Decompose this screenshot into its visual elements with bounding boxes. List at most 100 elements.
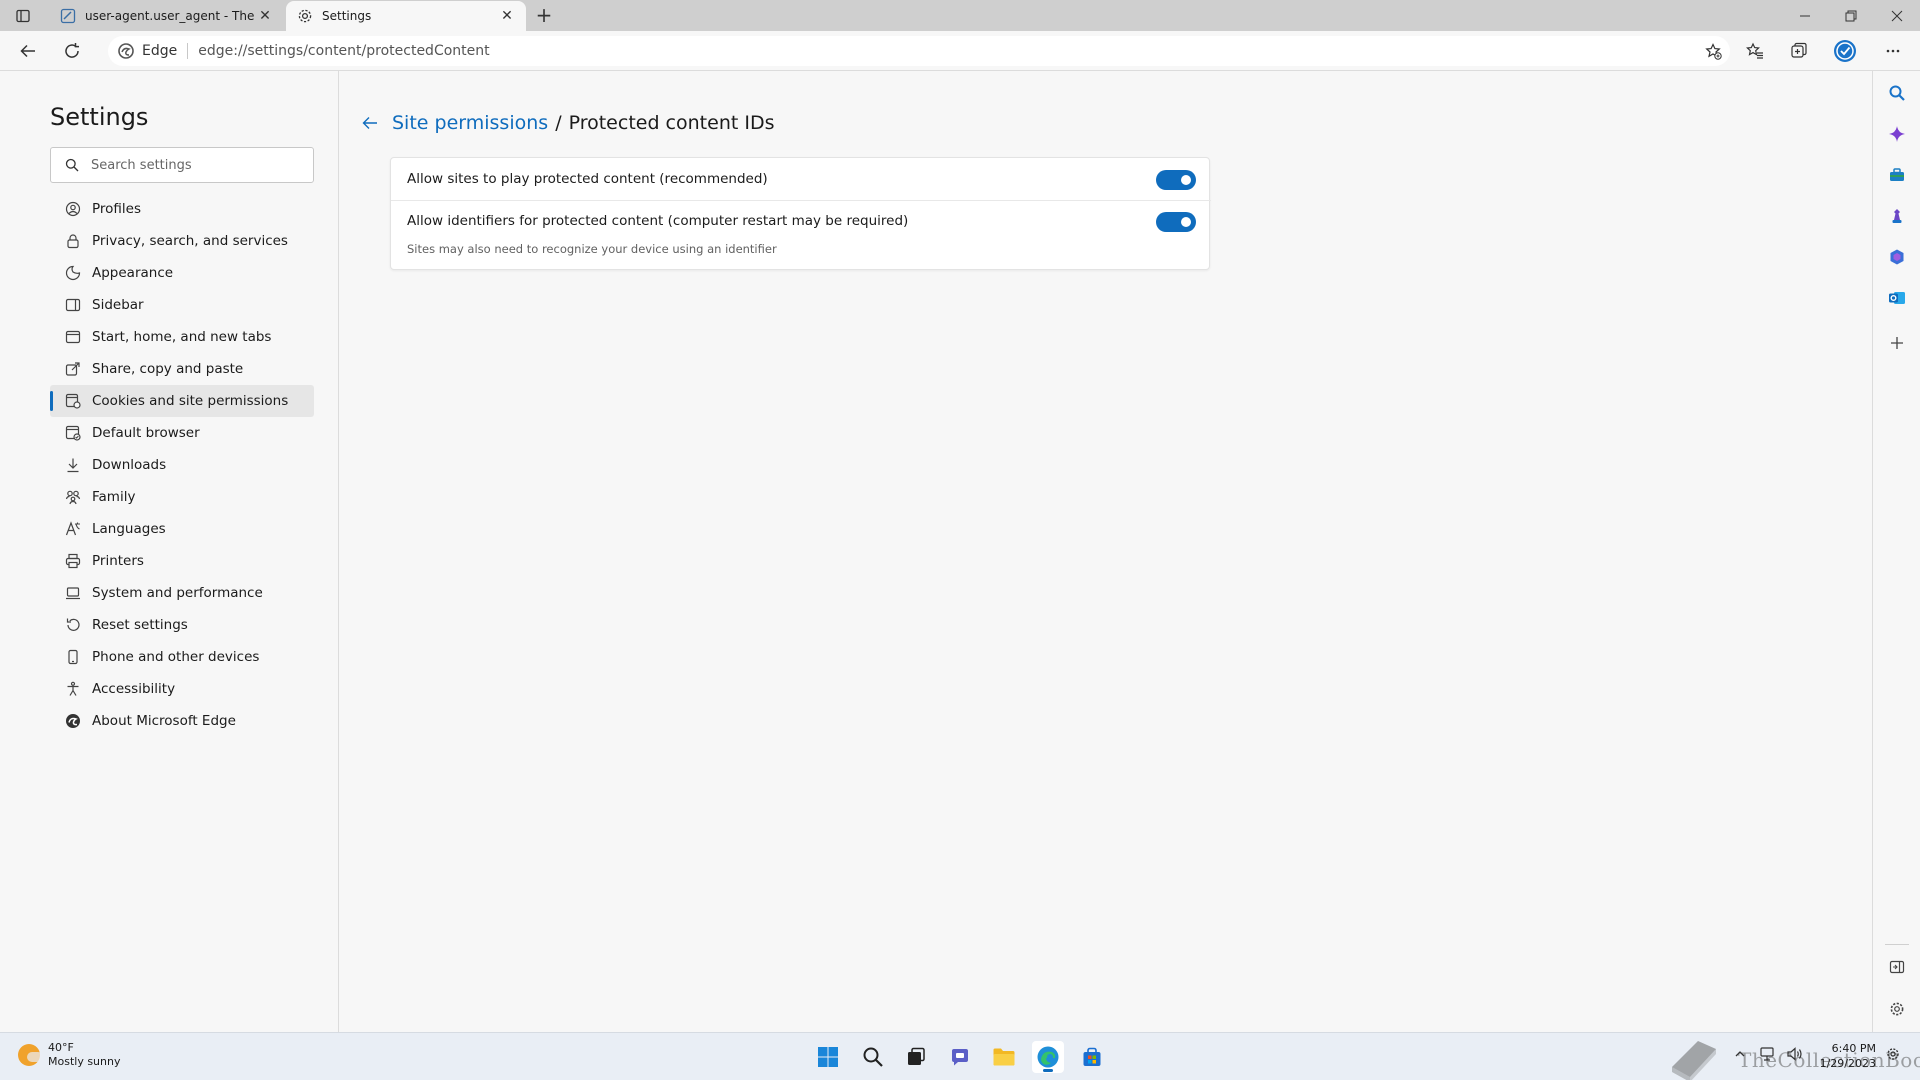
start-button[interactable] bbox=[812, 1041, 844, 1073]
refresh-button[interactable] bbox=[58, 37, 86, 65]
nav-item-profiles[interactable]: Profiles bbox=[50, 193, 314, 225]
address-bar-row: Edge edge://settings/content/protectedCo… bbox=[0, 31, 1920, 71]
nav-item-system[interactable]: System and performance bbox=[50, 577, 314, 609]
restore-button[interactable] bbox=[1828, 0, 1874, 31]
sidebar-outlook-button[interactable] bbox=[1885, 286, 1909, 310]
nav-item-printers[interactable]: Printers bbox=[50, 545, 314, 577]
home-icon bbox=[64, 328, 82, 346]
gear-icon bbox=[1887, 1048, 1899, 1060]
tab-title: Settings bbox=[322, 9, 372, 23]
sidebar-office-button[interactable] bbox=[1885, 245, 1909, 269]
nav-item-phone[interactable]: Phone and other devices bbox=[50, 641, 314, 673]
close-window-button[interactable] bbox=[1874, 0, 1920, 31]
sidebar-discover-button[interactable] bbox=[1885, 122, 1909, 146]
close-icon[interactable]: ✕ bbox=[498, 7, 516, 25]
accessibility-icon bbox=[64, 680, 82, 698]
arrow-left-icon bbox=[362, 117, 377, 129]
weather-desc: Mostly sunny bbox=[48, 1055, 121, 1068]
download-icon bbox=[64, 456, 82, 474]
sidebar-settings-button[interactable] bbox=[1885, 997, 1909, 1021]
taskbar-search-button[interactable] bbox=[857, 1041, 889, 1073]
nav-item-privacy[interactable]: Privacy, search, and services bbox=[50, 225, 314, 257]
nav-item-label: Privacy, search, and services bbox=[92, 233, 288, 249]
tab-user-agent[interactable]: user-agent.user_agent - The Coll ✕ bbox=[49, 1, 284, 31]
setting-row-identifiers: Allow identifiers for protected content … bbox=[391, 201, 1211, 271]
toolbox-icon bbox=[1890, 168, 1904, 181]
cookies-icon bbox=[64, 392, 82, 410]
settings-nav-panel: Settings Profiles Privacy, search, and s… bbox=[0, 71, 339, 1032]
page-title: Protected content IDs bbox=[568, 112, 775, 134]
sparkle-icon bbox=[1889, 126, 1905, 142]
favorites-button[interactable] bbox=[1741, 37, 1769, 65]
nav-item-share[interactable]: Share, copy and paste bbox=[50, 353, 314, 385]
play-protected-content-toggle[interactable] bbox=[1156, 170, 1196, 190]
language-icon bbox=[64, 520, 82, 538]
edge-logo-icon bbox=[118, 43, 134, 59]
tab-settings[interactable]: Settings ✕ bbox=[286, 1, 526, 31]
restore-icon bbox=[1845, 10, 1857, 21]
system-tray bbox=[1734, 1047, 1804, 1064]
gear-icon bbox=[296, 7, 314, 25]
close-icon[interactable]: ✕ bbox=[256, 7, 274, 25]
site-identity[interactable]: Edge bbox=[118, 43, 189, 59]
breadcrumb: Site permissions / Protected content IDs bbox=[358, 111, 774, 135]
search-settings-input[interactable] bbox=[91, 157, 301, 173]
nav-item-accessibility[interactable]: Accessibility bbox=[50, 673, 314, 705]
taskbar: 40°F Mostly sunny TheCollectionBook 6:40… bbox=[0, 1032, 1920, 1080]
notifications-button[interactable] bbox=[1886, 1047, 1900, 1061]
teams-chat-button[interactable] bbox=[944, 1041, 976, 1073]
back-button[interactable] bbox=[14, 37, 42, 65]
sidebar-search-button[interactable] bbox=[1885, 81, 1909, 105]
file-explorer-button[interactable] bbox=[988, 1041, 1020, 1073]
collections-button[interactable] bbox=[1785, 37, 1813, 65]
protected-identifiers-toggle[interactable] bbox=[1156, 212, 1196, 232]
nav-item-downloads[interactable]: Downloads bbox=[50, 449, 314, 481]
address-bar[interactable]: Edge edge://settings/content/protectedCo… bbox=[108, 36, 1730, 66]
edge-taskbar-button[interactable] bbox=[1032, 1041, 1064, 1073]
sidebar-tools-button[interactable] bbox=[1885, 163, 1909, 187]
sidebar-add-button[interactable] bbox=[1885, 331, 1909, 355]
profile-icon bbox=[64, 200, 82, 218]
url-text[interactable]: edge://settings/content/protectedContent bbox=[198, 43, 489, 59]
profile-button[interactable] bbox=[1831, 37, 1859, 65]
breadcrumb-separator: / bbox=[555, 112, 562, 134]
nav-item-reset[interactable]: Reset settings bbox=[50, 609, 314, 641]
site-identity-label: Edge bbox=[142, 43, 178, 59]
setting-description: Sites may also need to recognize your de… bbox=[407, 242, 777, 256]
back-arrow-button[interactable] bbox=[358, 111, 382, 135]
volume-icon[interactable] bbox=[1786, 1047, 1804, 1064]
nav-item-about[interactable]: About Microsoft Edge bbox=[50, 705, 314, 737]
nav-item-label: Sidebar bbox=[92, 297, 144, 313]
nav-item-cookies[interactable]: Cookies and site permissions bbox=[50, 385, 314, 417]
partly-sunny-icon bbox=[18, 1044, 43, 1066]
nav-item-default-browser[interactable]: Default browser bbox=[50, 417, 314, 449]
sidebar-hide-button[interactable] bbox=[1885, 955, 1909, 979]
sidebar-games-button[interactable] bbox=[1885, 204, 1909, 228]
new-tab-button[interactable]: + bbox=[532, 4, 556, 28]
nav-item-appearance[interactable]: Appearance bbox=[50, 257, 314, 289]
weather-widget[interactable]: 40°F Mostly sunny bbox=[18, 1041, 120, 1069]
weather-temp: 40°F bbox=[48, 1041, 74, 1054]
store-button[interactable] bbox=[1076, 1041, 1108, 1073]
setting-label: Allow identifiers for protected content … bbox=[407, 213, 909, 229]
chevron-up-icon[interactable] bbox=[1734, 1048, 1746, 1063]
outlook-icon bbox=[1889, 292, 1905, 304]
family-icon bbox=[64, 488, 82, 506]
nav-item-languages[interactable]: Languages bbox=[50, 513, 314, 545]
search-settings-box[interactable] bbox=[50, 147, 314, 183]
nav-item-start-home[interactable]: Start, home, and new tabs bbox=[50, 321, 314, 353]
sidebar-icon bbox=[64, 296, 82, 314]
more-menu-button[interactable] bbox=[1879, 37, 1907, 65]
minimize-button[interactable] bbox=[1782, 0, 1828, 31]
task-view-button[interactable] bbox=[900, 1041, 932, 1073]
panel-collapse-icon bbox=[1889, 960, 1905, 974]
laptop-icon bbox=[64, 584, 82, 602]
taskbar-clock[interactable]: 6:40 PM 1/29/2023 bbox=[1820, 1041, 1876, 1071]
tab-actions-button[interactable] bbox=[10, 5, 36, 27]
network-icon[interactable] bbox=[1760, 1047, 1776, 1064]
nav-item-family[interactable]: Family bbox=[50, 481, 314, 513]
windows-logo-icon bbox=[818, 1047, 838, 1067]
nav-item-sidebar[interactable]: Sidebar bbox=[50, 289, 314, 321]
add-favorite-button[interactable] bbox=[1704, 42, 1722, 60]
breadcrumb-site-permissions-link[interactable]: Site permissions bbox=[392, 112, 548, 134]
